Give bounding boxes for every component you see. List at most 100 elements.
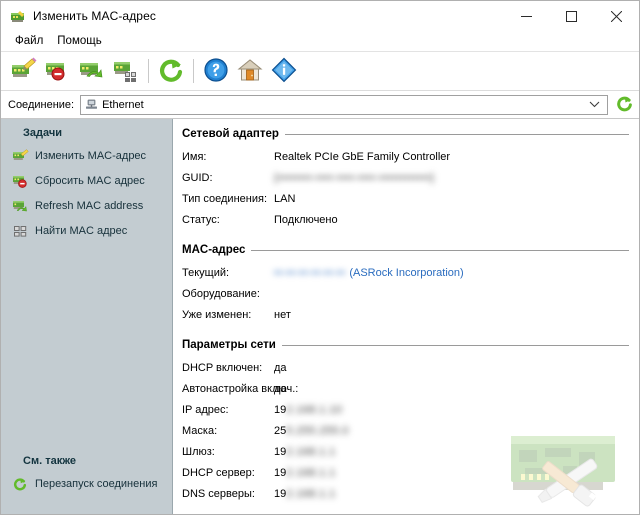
mask-prefix: 25 bbox=[274, 424, 287, 437]
row-label: Автонастройка включ.: bbox=[182, 382, 299, 395]
dns-prefix: 19 bbox=[274, 487, 287, 500]
redacted-mask: 5.255.255.0 bbox=[286, 424, 349, 437]
window-controls bbox=[504, 1, 639, 31]
adapter-name-value: Realtek PCIe GbE Family Controller bbox=[274, 150, 451, 163]
reset-mac-button[interactable] bbox=[41, 54, 75, 88]
network-connection-icon bbox=[85, 99, 98, 110]
dhcp-enabled-value: да bbox=[274, 361, 287, 374]
network-card-stop-icon bbox=[13, 174, 29, 188]
network-card-search-icon bbox=[13, 224, 29, 238]
menu-file[interactable]: Файл bbox=[9, 33, 51, 49]
subnet-mask-value: 25 5.255.255.0 bbox=[274, 425, 349, 437]
adapter-conntype-value: LAN bbox=[274, 192, 296, 205]
network-card-icon bbox=[10, 8, 26, 24]
connection-label: Соединение: bbox=[8, 98, 75, 111]
window-title: Изменить MAC-адрес bbox=[33, 9, 156, 23]
dns-servers-value: 19 2.168.1.1 bbox=[274, 488, 336, 500]
green-refresh-icon bbox=[616, 95, 633, 115]
redacted-guid: {••••••••-••••-••••-••••-••••••••••••} bbox=[274, 171, 435, 184]
close-button[interactable] bbox=[594, 1, 639, 31]
green-refresh-icon bbox=[158, 57, 184, 86]
network-card-search-icon bbox=[112, 57, 140, 86]
sidebar-seealso-group: См. также Перезапуск соединения bbox=[1, 447, 172, 496]
connection-select[interactable]: Ethernet bbox=[80, 94, 608, 115]
adapter-conntype-row: Тип соединения: LAN bbox=[182, 188, 639, 209]
ip-address-row: IP адрес: 19 2.168.1.10 bbox=[182, 399, 639, 420]
row-label: IP адрес: bbox=[182, 403, 229, 416]
green-refresh-icon bbox=[13, 477, 29, 491]
help-button[interactable] bbox=[199, 54, 233, 88]
sidebar-item-change-mac[interactable]: Изменить MAC-адрес bbox=[1, 143, 172, 168]
sidebar-item-find-mac[interactable]: Найти MAC адрес bbox=[1, 218, 172, 243]
network-card-stop-icon bbox=[44, 57, 72, 86]
section-rule bbox=[281, 344, 629, 346]
row-label: Шлюз: bbox=[182, 445, 215, 458]
toolbar-separator bbox=[193, 59, 194, 83]
network-card-pencil-icon bbox=[13, 148, 29, 163]
about-button[interactable] bbox=[267, 54, 301, 88]
change-mac-button[interactable] bbox=[7, 54, 41, 88]
section-title: MAC-адрес bbox=[182, 244, 246, 256]
adapter-guid-row: GUID: {••••••••-••••-••••-••••-•••••••••… bbox=[182, 167, 639, 188]
subnet-mask-row: Маска: 25 5.255.255.0 bbox=[182, 420, 639, 441]
menu-help[interactable]: Помощь bbox=[51, 33, 109, 49]
window-body: Задачи Изменить MAC-адрес Сбросить MAC а… bbox=[1, 119, 639, 514]
ip-address-value: 19 2.168.1.10 bbox=[274, 404, 342, 416]
toolbar bbox=[1, 52, 639, 91]
mac-hardware-row: Оборудование: bbox=[182, 283, 639, 304]
row-label: Уже изменен: bbox=[182, 308, 252, 321]
adapter-status-value: Подключено bbox=[274, 213, 338, 226]
chevron-down-icon[interactable] bbox=[589, 99, 600, 111]
dns-servers-row: DNS серверы: 19 2.168.1.1 bbox=[182, 483, 639, 504]
redacted-dns: 2.168.1.1 bbox=[286, 487, 336, 500]
section-mac-address: MAC-адрес Текущий: ••-••-••-••-••-•• (AS… bbox=[182, 244, 639, 325]
sidebar-item-label: Refresh MAC address bbox=[35, 199, 144, 212]
section-rule bbox=[284, 133, 629, 135]
mac-changed-row: Уже изменен: нет bbox=[182, 304, 639, 325]
toolbar-separator bbox=[148, 59, 149, 83]
sidebar-seealso-title: См. также bbox=[23, 455, 76, 467]
main-window: Изменить MAC-адрес Файл Помощь Соединени… bbox=[0, 0, 640, 515]
refresh-mac-button[interactable] bbox=[75, 54, 109, 88]
title-bar: Изменить MAC-адрес bbox=[1, 1, 639, 31]
autoconfig-enabled-row: Автонастройка включ.: да bbox=[182, 378, 639, 399]
blue-question-icon bbox=[203, 57, 229, 86]
dhcp-server-value: 19 2.168.1.1 bbox=[274, 467, 336, 479]
section-rule bbox=[251, 249, 629, 251]
sidebar-item-restart-connection[interactable]: Перезапуск соединения bbox=[1, 471, 172, 496]
mac-changed-value: нет bbox=[274, 308, 291, 321]
adapter-guid-value: {••••••••-••••-••••-••••-••••••••••••} bbox=[274, 172, 434, 184]
gateway-value: 19 2.168.1.1 bbox=[274, 446, 336, 458]
connection-bar: Соединение: Ethernet bbox=[1, 91, 639, 119]
row-label: Оборудование: bbox=[182, 287, 260, 300]
home-button[interactable] bbox=[233, 54, 267, 88]
row-label: DHCP включен: bbox=[182, 361, 263, 374]
sidebar-item-reset-mac[interactable]: Сбросить MAC адрес bbox=[1, 168, 172, 193]
maximize-button[interactable] bbox=[549, 1, 594, 31]
dhcp-server-row: DHCP сервер: 19 2.168.1.1 bbox=[182, 462, 639, 483]
content-panel: Сетевой адаптер Имя: Realtek PCIe GbE Fa… bbox=[173, 119, 639, 514]
row-label: Текущий: bbox=[182, 266, 230, 279]
section-title: Сетевой адаптер bbox=[182, 128, 279, 140]
network-card-refresh-icon bbox=[13, 199, 29, 213]
section-network-parameters: Параметры сети DHCP включен: да Автонаст… bbox=[182, 339, 639, 504]
redacted-dhcp-server: 2.168.1.1 bbox=[286, 466, 336, 479]
connection-refresh-button[interactable] bbox=[612, 95, 636, 115]
sidebar-item-refresh-mac[interactable]: Refresh MAC address bbox=[1, 193, 172, 218]
gateway-prefix: 19 bbox=[274, 445, 287, 458]
minimize-button[interactable] bbox=[504, 1, 549, 31]
section-network-adapter: Сетевой адаптер Имя: Realtek PCIe GbE Fa… bbox=[182, 128, 639, 230]
row-label: GUID: bbox=[182, 171, 213, 184]
section-header: Сетевой адаптер bbox=[182, 128, 639, 140]
row-label: DNS серверы: bbox=[182, 487, 255, 500]
autoconfig-enabled-value: да bbox=[274, 382, 287, 395]
dhcp-enabled-row: DHCP включен: да bbox=[182, 357, 639, 378]
find-mac-button[interactable] bbox=[109, 54, 143, 88]
sidebar-tasks-title: Задачи bbox=[23, 127, 62, 139]
restart-connection-button[interactable] bbox=[154, 54, 188, 88]
sidebar: Задачи Изменить MAC-адрес Сбросить MAC а… bbox=[1, 119, 173, 514]
menu-bar: Файл Помощь bbox=[1, 31, 639, 52]
connection-selected-value: Ethernet bbox=[102, 98, 144, 111]
row-label: Имя: bbox=[182, 150, 207, 163]
sidebar-item-label: Перезапуск соединения bbox=[35, 477, 158, 490]
